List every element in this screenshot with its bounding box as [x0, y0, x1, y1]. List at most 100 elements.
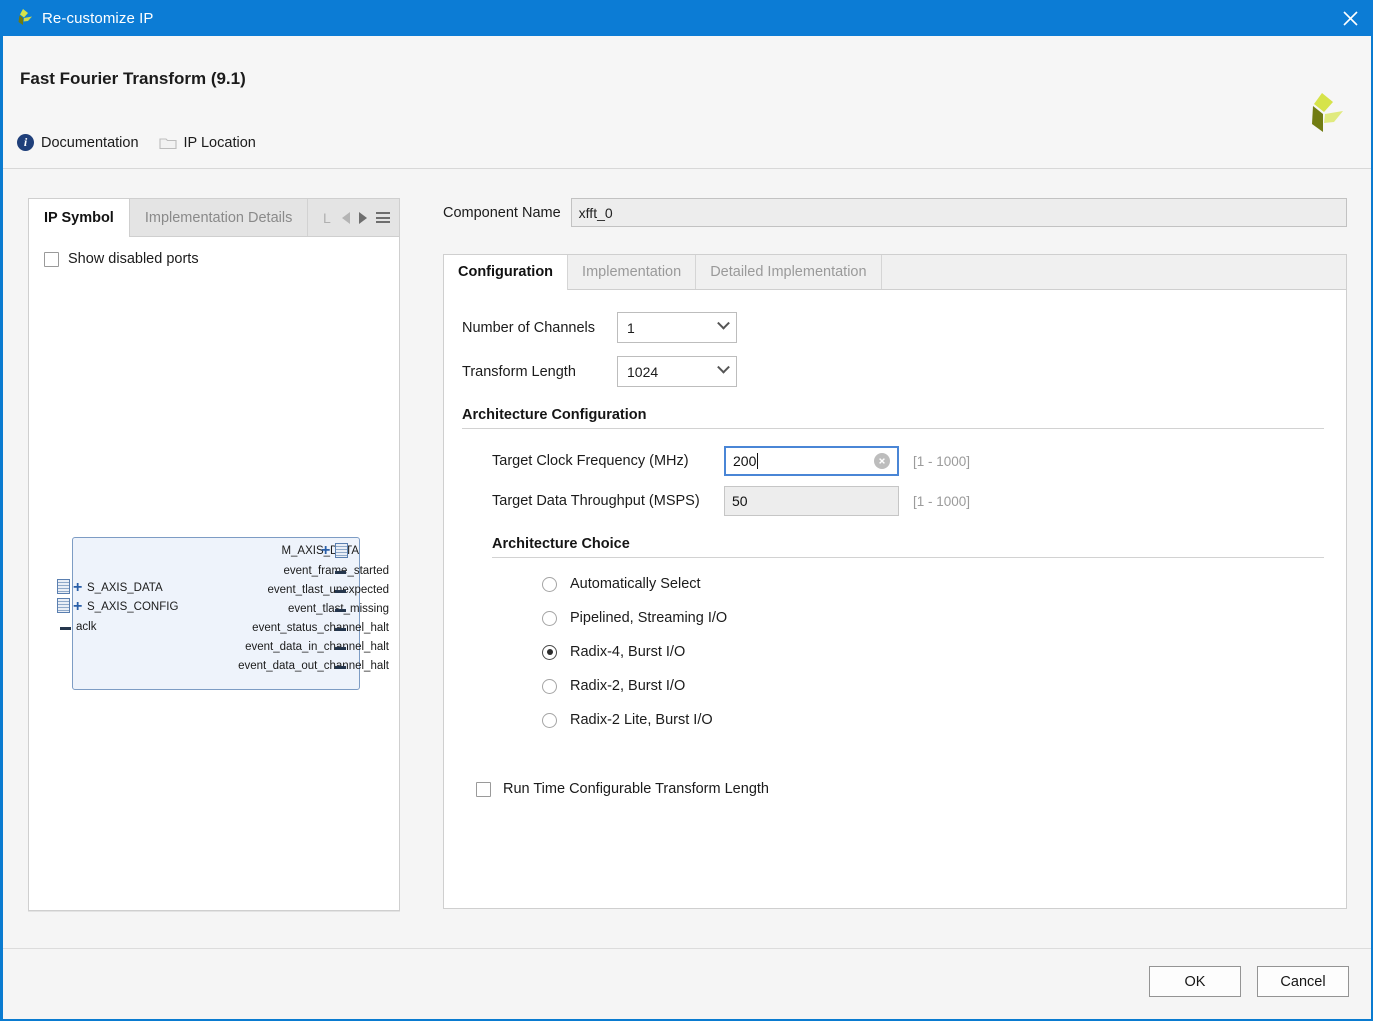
transform-length-row: Transform Length 1024 [462, 356, 1324, 387]
left-panel-tabstrip: IP Symbol Implementation Details L [29, 199, 399, 237]
pin-event-tlast-unexpected [335, 590, 346, 593]
target-data-throughput-label: Target Data Throughput (MSPS) [492, 493, 700, 509]
pin-event-status-channel-halt [335, 628, 346, 631]
radio-radix-4-burst-io[interactable]: Radix-4, Burst I/O [542, 644, 1324, 660]
triangle-left-icon[interactable] [342, 211, 350, 224]
radio-automatically-select-indicator[interactable] [542, 576, 557, 592]
component-name-input[interactable]: xfft_0 [570, 198, 1347, 227]
target-clock-frequency-input[interactable]: 200 [724, 446, 899, 476]
configuration-panel: Component Name xfft_0 Configuration Impl… [443, 198, 1347, 911]
architecture-choice-radio-group: Automatically Select Pipelined, Streamin… [542, 576, 1324, 728]
run-time-configurable-checkbox[interactable] [476, 781, 491, 797]
radio-radix-2-burst-io-label: Radix-2, Burst I/O [570, 678, 686, 694]
tab-implementation[interactable]: Implementation [568, 255, 697, 289]
target-data-throughput-value: 50 [732, 493, 748, 509]
radio-radix-2-lite-burst-io[interactable]: Radix-2 Lite, Burst I/O [542, 712, 1324, 728]
title-bar: Re-customize IP [0, 0, 1373, 36]
number-of-channels-select[interactable]: 1 [617, 312, 737, 343]
architecture-configuration-heading: Architecture Configuration [462, 407, 647, 423]
component-name-value: xfft_0 [578, 204, 613, 221]
dialog-header: Fast Fourier Transform (9.1) i Documenta… [3, 36, 1371, 169]
architecture-configuration-rule [462, 428, 1324, 429]
port-event-data-in-channel-halt: event_data_in_channel_halt [245, 641, 389, 653]
port-s-axis-config: S_AXIS_CONFIG [87, 601, 179, 613]
window-title: Re-customize IP [42, 9, 154, 27]
pin-event-frame-started [335, 571, 346, 574]
tab-clipped-label[interactable]: L [323, 210, 333, 226]
tab-navigation: L [315, 199, 399, 236]
target-clock-frequency-value: 200 [733, 453, 757, 469]
configuration-tabstrip: Configuration Implementation Detailed Im… [444, 255, 1346, 290]
documentation-label: Documentation [41, 134, 139, 151]
bus-connector-s-axis-config [57, 598, 70, 613]
ip-symbol-panel: IP Symbol Implementation Details L Show … [28, 198, 400, 911]
component-name-row: Component Name xfft_0 [443, 198, 1347, 227]
expand-s-axis-config-icon[interactable]: + [73, 599, 82, 615]
main-content: IP Symbol Implementation Details L Show … [3, 170, 1371, 948]
clear-field-icon[interactable] [874, 453, 890, 469]
radio-automatically-select-label: Automatically Select [570, 576, 701, 592]
close-icon[interactable] [1327, 0, 1373, 36]
expand-m-axis-data-icon[interactable]: + [321, 543, 330, 559]
tab-ip-symbol-label: IP Symbol [44, 209, 114, 226]
show-disabled-ports-label: Show disabled ports [68, 251, 199, 267]
architecture-choice-heading: Architecture Choice [492, 536, 630, 552]
ip-location-label: IP Location [183, 134, 256, 151]
pin-event-data-out-channel-halt [335, 666, 346, 669]
tab-implementation-label: Implementation [582, 264, 682, 280]
chevron-down-icon [717, 360, 730, 374]
number-of-channels-row: Number of Channels 1 [462, 312, 1324, 343]
configuration-body: Number of Channels 1 Transform Length 10… [444, 290, 1346, 797]
pin-aclk [60, 627, 71, 630]
radio-radix-2-burst-io[interactable]: Radix-2, Burst I/O [542, 678, 1324, 694]
dialog-footer: OK Cancel [3, 948, 1371, 1019]
run-time-configurable-row[interactable]: Run Time Configurable Transform Length [476, 781, 1324, 797]
radio-automatically-select[interactable]: Automatically Select [542, 576, 1324, 592]
show-disabled-ports-row[interactable]: Show disabled ports [29, 237, 399, 267]
bus-connector-m-axis-data [335, 543, 348, 558]
show-disabled-ports-checkbox[interactable] [44, 251, 59, 267]
transform-length-select[interactable]: 1024 [617, 356, 737, 387]
number-of-channels-value: 1 [627, 319, 635, 336]
radio-radix-2-burst-io-indicator[interactable] [542, 678, 557, 694]
cancel-button[interactable]: Cancel [1257, 966, 1349, 997]
tab-implementation-details[interactable]: Implementation Details [130, 199, 309, 236]
target-clock-frequency-label: Target Clock Frequency (MHz) [492, 453, 689, 469]
target-clock-frequency-row: Target Clock Frequency (MHz) 200 [1 - 10… [462, 446, 1324, 476]
header-links: i Documentation IP Location [17, 134, 256, 151]
radio-pipelined-streaming-io-indicator[interactable] [542, 610, 557, 626]
ip-location-link[interactable]: IP Location [158, 134, 256, 151]
configuration-card: Configuration Implementation Detailed Im… [443, 254, 1347, 909]
target-clock-frequency-hint: [1 - 1000] [913, 453, 971, 469]
expand-s-axis-data-icon[interactable]: + [73, 580, 82, 596]
radio-radix-4-burst-io-indicator[interactable] [542, 644, 557, 660]
radio-radix-2-lite-burst-io-label: Radix-2 Lite, Burst I/O [570, 712, 713, 728]
ok-button[interactable]: OK [1149, 966, 1241, 997]
tab-ip-symbol[interactable]: IP Symbol [29, 199, 130, 237]
port-event-status-channel-halt: event_status_channel_halt [252, 622, 389, 634]
documentation-link[interactable]: i Documentation [17, 134, 139, 151]
pin-event-tlast-missing [335, 609, 346, 612]
triangle-right-icon[interactable] [359, 211, 367, 224]
tab-configuration[interactable]: Configuration [444, 255, 569, 290]
recustomize-ip-dialog: Re-customize IP Fast Fourier Transform (… [0, 0, 1373, 1021]
tab-detailed-implementation[interactable]: Detailed Implementation [696, 255, 882, 289]
info-icon: i [17, 134, 34, 151]
xilinx-logo-icon [13, 9, 33, 27]
transform-length-label: Transform Length [462, 363, 576, 380]
number-of-channels-label: Number of Channels [462, 319, 595, 336]
page-title: Fast Fourier Transform (9.1) [20, 69, 246, 88]
tab-detailed-implementation-label: Detailed Implementation [710, 264, 867, 280]
transform-length-value: 1024 [627, 363, 659, 380]
xilinx-brand-logo-icon [1297, 91, 1345, 135]
radio-pipelined-streaming-io[interactable]: Pipelined, Streaming I/O [542, 610, 1324, 626]
tab-implementation-details-label: Implementation Details [144, 209, 293, 226]
component-name-label: Component Name [443, 204, 561, 221]
port-event-data-out-channel-halt: event_data_out_channel_halt [238, 660, 389, 672]
radio-radix-2-lite-burst-io-indicator[interactable] [542, 712, 557, 728]
text-caret [757, 453, 759, 469]
target-data-throughput-hint: [1 - 1000] [913, 493, 971, 509]
pin-event-data-in-channel-halt [335, 647, 346, 650]
target-data-throughput-input[interactable]: 50 [724, 486, 899, 516]
hamburger-menu-icon[interactable] [376, 210, 390, 226]
